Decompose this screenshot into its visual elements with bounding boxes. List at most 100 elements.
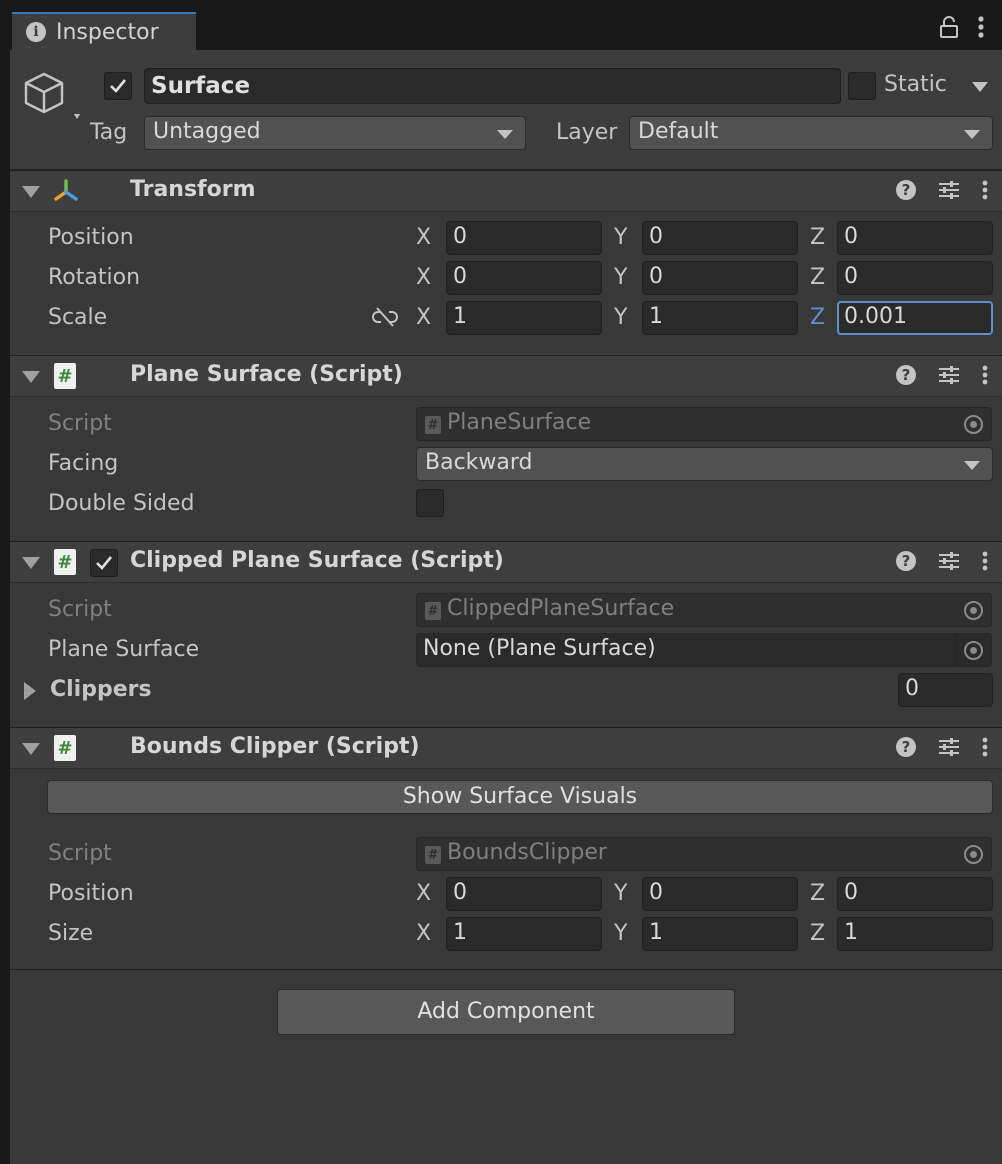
rotation-x-field[interactable]: 0 [446,261,602,295]
clippers-foldout-icon[interactable] [24,682,36,700]
gameobject-name-field[interactable]: Surface [144,68,841,104]
double-sided-label: Double Sided [48,491,195,516]
bounds-position-z-field[interactable]: 0 [837,877,993,911]
object-picker-button[interactable] [955,634,991,666]
cube-icon[interactable] [22,70,82,132]
position-label: Position [48,225,134,250]
static-dropdown-icon[interactable] [972,82,988,92]
bounds-clipper-title: Bounds Clipper (Script) [130,734,420,759]
script-label: Script [48,411,112,436]
help-icon[interactable]: ? [896,551,916,571]
object-picker-icon [964,415,983,434]
bounds-position-label: Position [48,881,134,906]
chevron-down-icon [497,130,513,139]
layer-label: Layer [556,120,618,145]
bounds-clipper-tools: ? [896,737,988,757]
component-enabled-checkbox[interactable] [90,549,118,577]
chevron-down-icon [964,130,980,139]
bounds-size-x-field[interactable]: 1 [446,917,602,951]
script-icon: # [425,416,441,434]
kebab-menu-icon[interactable] [982,365,988,385]
tag-dropdown[interactable]: Untagged [144,116,526,150]
chevron-down-icon [964,461,980,470]
script-icon: # [54,735,76,761]
preset-icon[interactable] [938,365,960,385]
transform-header[interactable]: Transform ? [10,170,1002,212]
scale-x-field[interactable]: 1 [446,301,602,335]
tab-tools [940,16,984,38]
facing-label: Facing [48,451,119,476]
plane-surface-object-field[interactable]: None (Plane Surface) [416,633,992,667]
show-surface-visuals-button[interactable]: Show Surface Visuals [47,780,993,814]
position-x-field[interactable]: 0 [446,221,602,255]
components-end-divider [10,969,1002,970]
clipped-plane-surface-header[interactable]: # Clipped Plane Surface (Script) ? [10,541,1002,583]
preset-icon[interactable] [938,737,960,757]
bounds-position-y-field[interactable]: 0 [642,877,798,911]
lock-icon[interactable] [940,16,958,38]
checkmark-icon [110,79,127,93]
active-checkbox[interactable] [104,72,132,100]
plane-surface-header[interactable]: # Plane Surface (Script) ? [10,355,1002,397]
axis-z-label: Z [810,305,826,330]
foldout-arrow-icon[interactable] [22,743,40,755]
bounds-clipper-header[interactable]: # Bounds Clipper (Script) ? [10,727,1002,769]
scale-y-field[interactable]: 1 [642,301,798,335]
plane-surface-title: Plane Surface (Script) [130,362,403,387]
clippers-label[interactable]: Clippers [50,677,152,702]
bounds-position-x-field[interactable]: 0 [446,877,602,911]
inspector-tab[interactable]: i Inspector [12,12,196,50]
help-icon[interactable]: ? [896,737,916,757]
position-z-field[interactable]: 0 [837,221,993,255]
bounds-size-y-field[interactable]: 1 [642,917,798,951]
facing-dropdown[interactable]: Backward [416,447,993,481]
foldout-arrow-icon[interactable] [22,371,40,383]
help-icon[interactable]: ? [896,365,916,385]
plane-surface-field-label: Plane Surface [48,637,200,662]
transform-tools: ? [896,180,988,200]
axis-z-label: Z [810,265,826,290]
axis-y-label: Y [614,265,628,290]
axis-z-label: Z [810,881,826,906]
scale-label: Scale [48,305,108,330]
double-sided-checkbox[interactable] [416,489,444,517]
rotation-label: Rotation [48,265,141,290]
inspector-tabbar: i Inspector [0,0,1002,50]
layer-dropdown[interactable]: Default [629,116,993,150]
script-icon: # [425,602,441,620]
script-icon: # [54,363,76,389]
rotation-y-field[interactable]: 0 [642,261,798,295]
axis-x-label: X [416,265,432,290]
script-label: Script [48,597,112,622]
foldout-arrow-icon[interactable] [22,557,40,569]
object-picker-icon [964,601,983,620]
kebab-menu-icon[interactable] [982,737,988,757]
object-picker-icon [964,845,983,864]
info-icon: i [26,22,46,42]
position-y-field[interactable]: 0 [642,221,798,255]
static-checkbox[interactable] [848,72,876,100]
scale-z-field[interactable]: 0.001 [837,301,993,335]
kebab-menu-icon[interactable] [982,551,988,571]
plane-surface-tools: ? [896,365,988,385]
help-icon[interactable]: ? [896,180,916,200]
foldout-arrow-icon[interactable] [22,186,40,198]
rotation-z-field[interactable]: 0 [837,261,993,295]
clippers-count-field[interactable]: 0 [898,673,993,707]
add-component-button[interactable]: Add Component [277,989,735,1035]
script-value: ClippedPlaneSurface [447,596,675,621]
bounds-size-z-field[interactable]: 1 [837,917,993,951]
clipped-plane-surface-tools: ? [896,551,988,571]
axis-y-label: Y [614,881,628,906]
preset-icon[interactable] [938,180,960,200]
unlinked-scale-icon[interactable] [372,307,398,327]
static-label: Static [884,72,947,97]
kebab-menu-icon[interactable] [978,16,984,38]
script-value: BoundsClipper [447,840,607,865]
preset-icon[interactable] [938,551,960,571]
axis-y-label: Y [614,921,628,946]
axis-y-label: Y [614,225,628,250]
axis-x-label: X [416,305,432,330]
kebab-menu-icon[interactable] [982,180,988,200]
bounds-size-label: Size [48,921,94,946]
